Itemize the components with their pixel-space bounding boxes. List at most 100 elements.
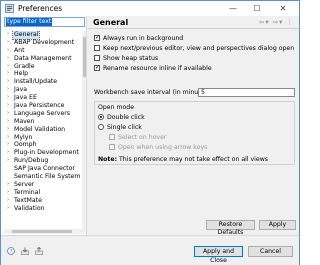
expand-chevron-icon[interactable]: › [7,31,12,39]
checkbox-label: Open when using arrow keys [118,143,208,151]
expand-chevron-icon[interactable]: › [7,149,12,157]
tree-item-label: SAP Java Connector [14,165,75,173]
expand-chevron-icon[interactable]: › [7,197,12,205]
tree-item-label: Ant [14,46,25,54]
tree-item[interactable]: › Validation [4,205,86,213]
import-icon[interactable] [21,247,29,255]
apply-button[interactable]: Apply [259,220,296,230]
expand-chevron-icon[interactable]: › [7,189,12,197]
tree-hscroll-thumb[interactable] [12,230,72,233]
expand-chevron-icon[interactable]: › [7,134,12,142]
menu-icon[interactable]: ⋮ [287,18,295,26]
expand-chevron-icon[interactable]: › [7,118,12,126]
tree-item[interactable]: › Java [4,86,86,94]
tree-item[interactable]: › Oomph [4,141,86,149]
tree-item[interactable]: SAP Java Connector [4,165,86,173]
tree-item-label: Mylyn [14,133,33,141]
tree-item[interactable]: › Plug-in Development [4,149,86,157]
expand-chevron-icon[interactable]: › [7,181,12,189]
close-button[interactable]: ✕ [271,1,295,16]
tree-horizontal-scrollbar[interactable] [4,229,86,234]
workbench-interval-input[interactable]: 5 [198,88,295,97]
cancel-button[interactable]: Cancel [248,246,293,257]
radio-dot[interactable] [98,124,104,130]
single-click-radio[interactable]: Single click [98,123,142,131]
rename-inline-checkbox[interactable]: Rename resource inline if available [94,64,212,72]
expand-chevron-icon[interactable]: › [7,47,12,55]
tree-item-label: Model Validation [14,125,66,133]
tree-item-label: Gradle [14,62,35,70]
checkbox-box[interactable] [94,55,100,61]
expand-chevron-icon[interactable]: › [7,63,12,71]
tree-item[interactable]: › Ant [4,47,86,55]
double-click-radio[interactable]: Double click [98,113,145,121]
tree-item[interactable]: › ABAP Development [4,39,86,47]
expand-chevron-icon[interactable]: › [7,94,12,102]
tree-item[interactable]: › Gradle [4,63,86,71]
tree-vertical-scrollbar[interactable] [82,31,86,231]
expand-chevron-icon[interactable]: › [7,110,12,118]
expand-chevron-icon[interactable]: › [7,70,12,78]
tree-item[interactable]: › TextMate [4,197,86,205]
tree-item-label: Oomph [14,141,37,149]
expand-chevron-icon[interactable]: › [7,86,12,94]
keep-next-previous-checkbox[interactable]: Keep next/previous editor, view and pers… [94,44,294,52]
tree-item[interactable]: › Java Persistence [4,102,86,110]
radio-label: Double click [107,113,145,121]
back-dropdown-icon[interactable]: ▾ [265,18,269,26]
tree-item-label: Language Servers [14,109,71,117]
tree-item[interactable]: › Run/Debug [4,157,86,165]
tree-item[interactable]: › Model Validation [4,126,86,134]
expand-chevron-icon[interactable]: › [7,55,12,63]
preferences-sidebar: type filter text › General › ABAP Developme… [1,16,87,235]
checkbox-label: Rename resource inline if available [103,64,212,72]
tree-item-label: Install/Update [14,78,58,86]
apply-and-close-button[interactable]: Apply and Close [194,246,243,264]
expand-chevron-icon[interactable]: › [7,126,12,134]
tree-item[interactable]: › Maven [4,118,86,126]
tree-item-label: Help [14,70,29,78]
preferences-tree: › General › ABAP Development › Ant › Data Manag… [4,31,86,231]
tree-item-label: Validation [14,204,45,212]
checkbox-label: Select on hover [118,133,167,141]
expand-chevron-icon[interactable]: › [7,102,12,110]
expand-chevron-icon[interactable]: › [7,205,12,213]
preferences-app-icon [5,4,14,13]
checkbox-label: Always run in background [103,34,184,42]
maximize-button[interactable]: ☐ [245,1,269,16]
forward-dropdown-icon[interactable]: ▾ [279,18,283,26]
radio-label: Single click [107,123,142,131]
note-body: This preference may not take effect on a… [119,156,268,163]
tree-scroll-thumb[interactable] [83,37,86,77]
restore-defaults-button[interactable]: Restore Defaults [206,220,255,236]
tree-item-label: Plug-in Development [14,149,79,157]
tree-item[interactable]: › Server [4,181,86,189]
tree-item[interactable]: › Install/Update [4,78,86,86]
tree-item[interactable]: › Java EE [4,94,86,102]
always-run-background-checkbox[interactable]: Always run in background [94,34,183,42]
tree-item-label: Maven [14,117,35,125]
tree-item[interactable]: › Mylyn [4,134,86,142]
tree-item[interactable]: › Terminal [4,189,86,197]
checkbox-box[interactable] [94,64,100,71]
expand-chevron-icon[interactable]: › [7,39,12,47]
checkbox-box[interactable] [94,34,100,41]
expand-chevron-icon[interactable]: › [7,78,12,86]
minimize-button[interactable]: — [221,1,245,16]
checkbox-box [109,134,115,140]
export-icon[interactable] [35,247,43,255]
show-heap-status-checkbox[interactable]: Show heap status [94,54,158,62]
radio-dot[interactable] [98,114,104,120]
checkbox-box[interactable] [94,45,100,51]
note-label: Note: [98,156,118,163]
help-icon[interactable]: ? [7,247,15,255]
tree-item[interactable]: › Data Management [4,55,86,63]
page-header: General ⇦▾ ⇨▾ ⋮ [88,16,299,29]
filter-input[interactable]: type filter text [4,17,85,27]
expand-chevron-icon[interactable]: › [7,157,12,165]
tree-item[interactable]: › General [4,31,86,40]
tree-item[interactable]: Semantic File System [4,173,86,181]
expand-chevron-icon[interactable]: › [7,141,12,149]
tree-item[interactable]: › Language Servers [4,110,86,118]
tree-item[interactable]: › Help [4,70,86,78]
